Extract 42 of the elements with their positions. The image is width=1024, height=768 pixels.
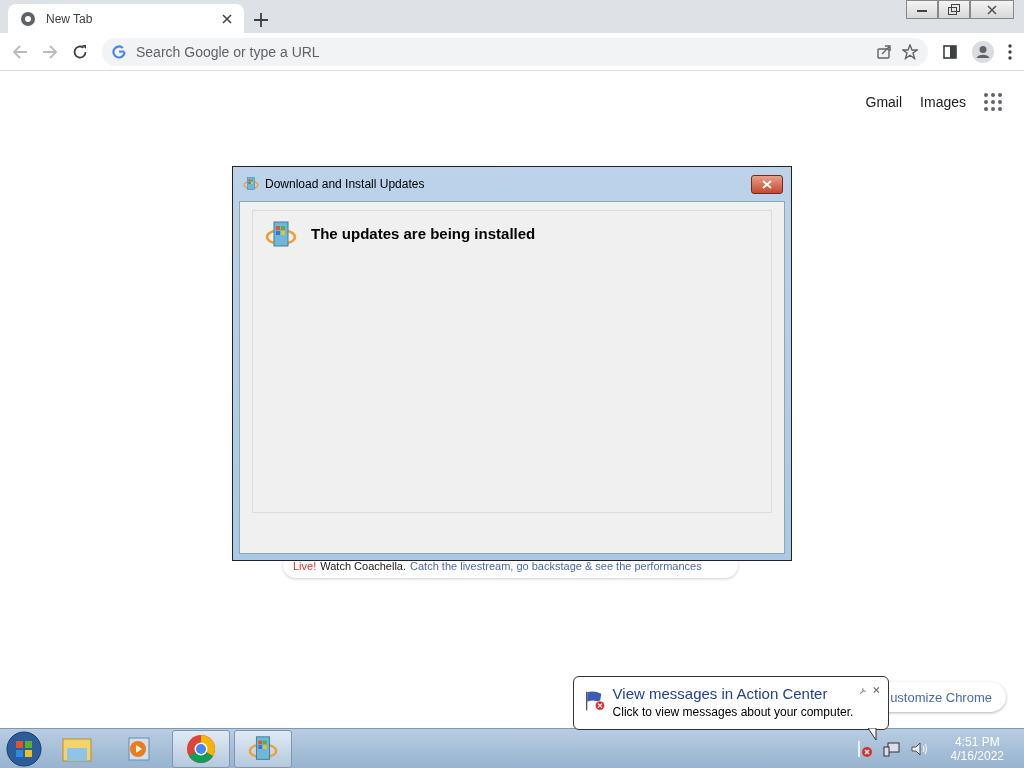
- balloon-title: View messages in Action Center: [612, 685, 829, 702]
- profile-avatar[interactable]: [972, 40, 994, 63]
- close-button[interactable]: [751, 174, 783, 194]
- network-icon[interactable]: [882, 740, 901, 757]
- apps-icon[interactable]: [984, 93, 1002, 111]
- chrome-icon: [186, 733, 216, 764]
- volume-icon[interactable]: [910, 740, 929, 757]
- flag-error-icon[interactable]: [856, 739, 873, 758]
- new-tab-icon[interactable]: [254, 13, 268, 27]
- tab-title: New Tab: [46, 11, 94, 26]
- google-icon: [112, 44, 126, 59]
- close-icon[interactable]: [873, 685, 880, 695]
- media-player-icon: [126, 735, 152, 762]
- share-icon[interactable]: [876, 43, 892, 60]
- restore-button[interactable]: [938, 0, 970, 19]
- chrome-icon: [20, 10, 36, 27]
- dialog-heading: The updates are being installed: [311, 225, 536, 242]
- reload-icon[interactable]: [72, 43, 88, 60]
- start-button[interactable]: [4, 729, 44, 768]
- dialog-title: Download and Install Updates: [265, 177, 426, 191]
- live-label: Live!: [293, 560, 317, 572]
- restore-icon: [948, 4, 960, 15]
- update-icon: [243, 176, 259, 192]
- header-link[interactable]: Images: [920, 94, 966, 110]
- wrench-icon[interactable]: [859, 685, 868, 697]
- menu-icon[interactable]: [1008, 43, 1012, 60]
- promo-link[interactable]: Catch the livestream, go backstage & see the performances: [410, 560, 702, 572]
- close-icon: [987, 4, 997, 15]
- promo-text: Watch Coachella.: [320, 560, 407, 572]
- balloon-text: Click to view messages about your computer.: [612, 705, 854, 719]
- browser-tab[interactable]: New Tab: [8, 4, 244, 33]
- side-panel-icon[interactable]: [942, 43, 958, 60]
- close-icon: [762, 179, 772, 189]
- taskbar-button[interactable]: [172, 729, 230, 768]
- minimize-button[interactable]: [906, 0, 938, 19]
- address-field[interactable]: Search Google or type a URL: [102, 37, 928, 66]
- folder-icon: [62, 735, 92, 762]
- taskbar-button[interactable]: [234, 729, 292, 768]
- notification-balloon[interactable]: View messages in Action Center Click to view messages about your computer.: [573, 676, 889, 730]
- header-link[interactable]: Gmail: [865, 94, 903, 110]
- star-icon[interactable]: [902, 43, 918, 60]
- close-icon[interactable]: [222, 13, 232, 24]
